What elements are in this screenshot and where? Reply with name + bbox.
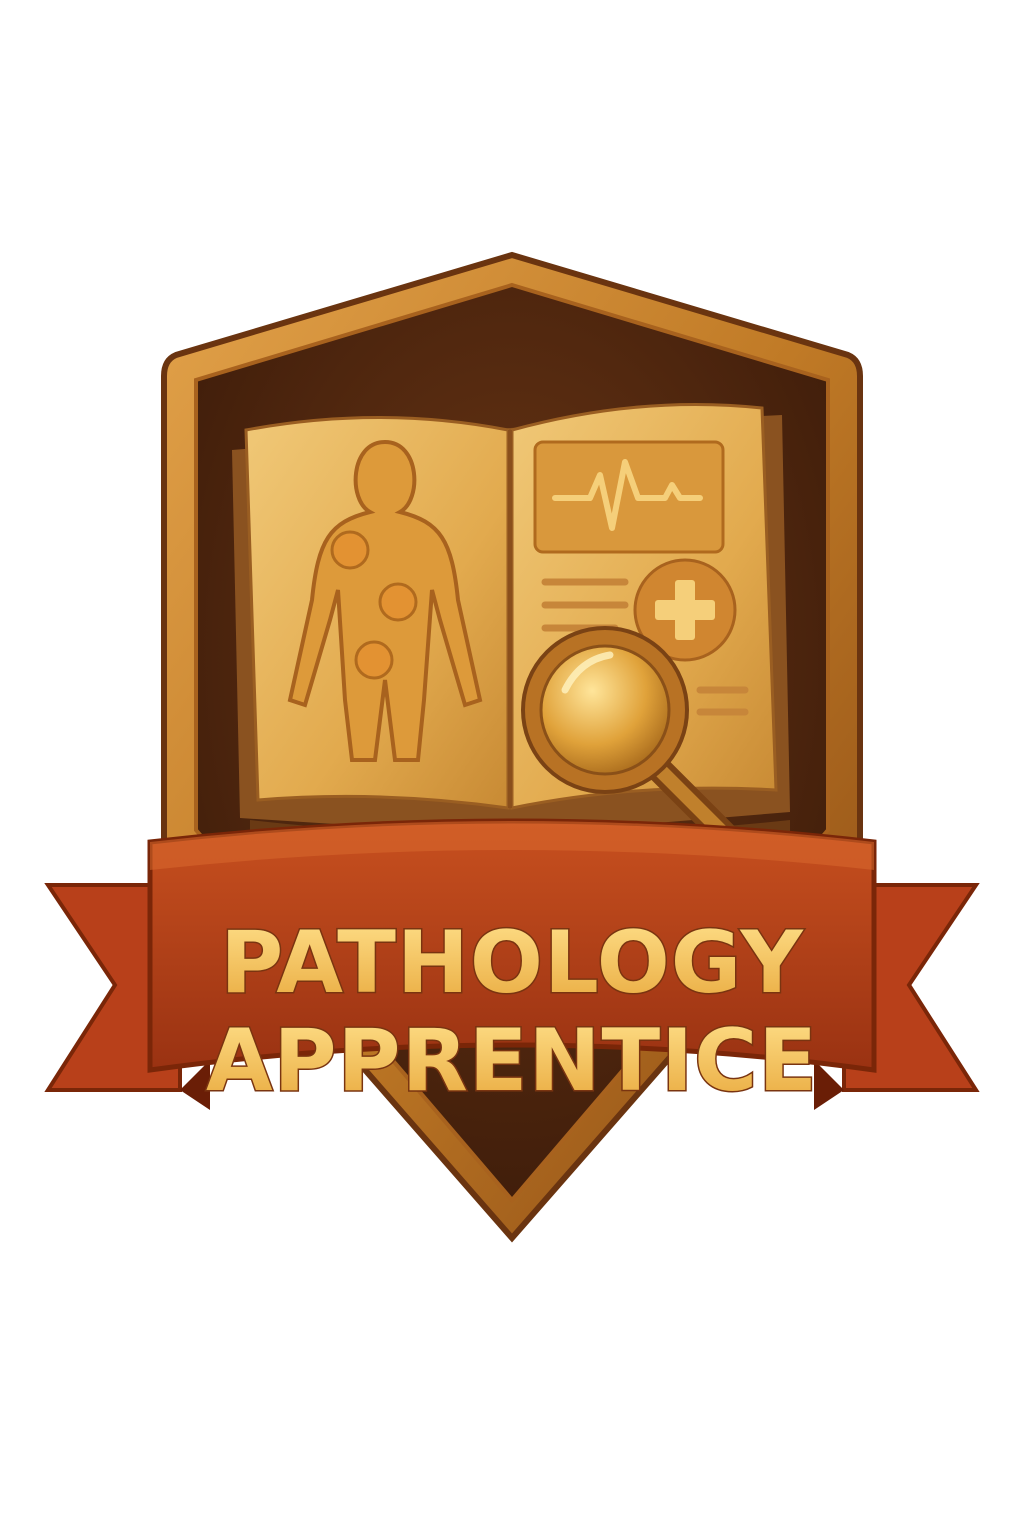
pathology-apprentice-badge: PATHOLOGY APPRENTICE xyxy=(44,251,980,1243)
badge-title-line-2: APPRENTICE xyxy=(206,1011,818,1111)
badge-title-line-1: PATHOLOGY xyxy=(220,913,804,1013)
heartbeat-line-icon xyxy=(533,440,725,554)
